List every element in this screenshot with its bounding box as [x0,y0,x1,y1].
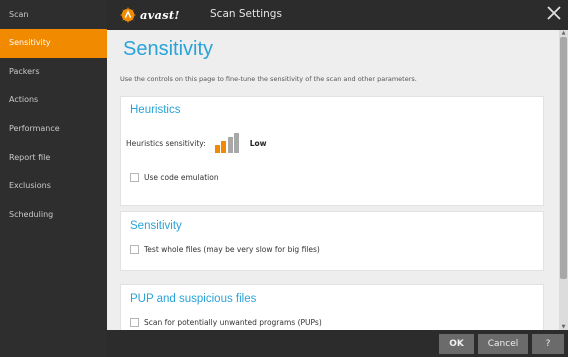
sidebar-item-actions[interactable]: Actions [0,86,107,115]
sidebar-item-exclusions[interactable]: Exclusions [0,172,107,201]
whole-files-checkbox[interactable] [130,245,139,254]
page-title: Sensitivity [123,38,214,60]
avast-logo-icon [119,6,137,24]
sensitivity-bar-1[interactable] [214,145,220,153]
button-bar: OK Cancel ? [107,330,568,357]
sidebar-item-packers[interactable]: Packers [0,58,107,87]
heuristics-heading: Heuristics [130,104,181,116]
heuristics-card: Heuristics Heuristics sensitivity: Low U… [120,96,544,206]
ok-button[interactable]: OK [439,334,474,354]
brand-name: avast! [140,8,180,22]
heuristics-sensitivity-label: Heuristics sensitivity: [126,138,206,148]
sidebar-item-report-file[interactable]: Report file [0,144,107,173]
intro-text: Use the controls on this page to fine-tu… [120,75,417,83]
close-icon[interactable] [545,4,563,22]
sensitivity-bar-4[interactable] [234,133,240,153]
whole-files-option[interactable]: Test whole files (may be very slow for b… [130,245,320,254]
heuristics-sensitivity-row: Heuristics sensitivity: Low [126,133,267,153]
scroll-up-arrow-icon[interactable]: ▲ [559,30,568,36]
whole-files-label: Test whole files (may be very slow for b… [144,245,320,254]
help-button[interactable]: ? [532,334,564,354]
pup-label: Scan for potentially unwanted programs (… [144,318,322,327]
sidebar: Scan Sensitivity Packers Actions Perform… [0,0,107,357]
cancel-button[interactable]: Cancel [478,334,528,354]
pup-heading: PUP and suspicious files [130,293,257,305]
content-scrollbar[interactable]: ▲ ▼ [559,30,568,330]
sensitivity-bar-3[interactable] [227,137,233,153]
pup-option[interactable]: Scan for potentially unwanted programs (… [130,318,322,327]
window-title: Scan Settings [210,8,282,20]
main-content: Sensitivity Use the controls on this pag… [107,30,559,330]
sidebar-item-performance[interactable]: Performance [0,115,107,144]
sensitivity-card: Sensitivity Test whole files (may be ver… [120,211,544,271]
sensitivity-bar-2[interactable] [221,141,227,153]
code-emulation-label: Use code emulation [144,173,219,182]
pup-checkbox[interactable] [130,318,139,327]
scroll-thumb[interactable] [560,37,567,279]
heuristics-sensitivity-slider[interactable] [214,133,241,153]
avast-logo: avast! [119,5,180,25]
heuristics-sensitivity-value: Low [249,138,267,148]
title-bar: avast! Scan Settings [107,0,568,30]
code-emulation-option[interactable]: Use code emulation [130,173,219,182]
sensitivity-heading: Sensitivity [130,220,182,232]
sidebar-item-sensitivity[interactable]: Sensitivity [0,29,107,58]
sidebar-item-scheduling[interactable]: Scheduling [0,201,107,230]
pup-card: PUP and suspicious files Scan for potent… [120,284,544,330]
code-emulation-checkbox[interactable] [130,173,139,182]
sidebar-item-scan[interactable]: Scan [0,0,107,29]
